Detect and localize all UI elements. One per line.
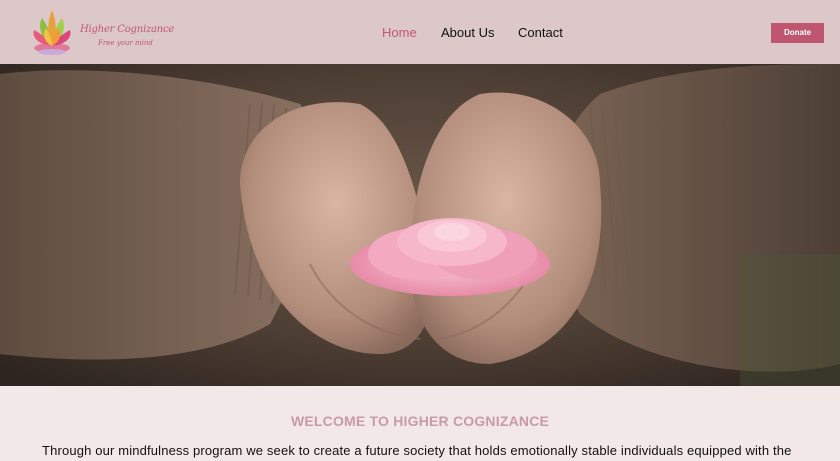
hands-holding-flower-image <box>0 64 840 386</box>
nav-about-us[interactable]: About Us <box>441 25 494 40</box>
welcome-heading: WELCOME TO HIGHER COGNIZANCE <box>290 413 550 429</box>
site-header: Higher Cognizance Free your mind Home Ab… <box>0 0 840 64</box>
nav-home[interactable]: Home <box>382 25 417 40</box>
hero-image <box>0 64 840 386</box>
intro-paragraph: Through our mindfulness program we seek … <box>42 443 792 458</box>
donate-button[interactable]: Donate <box>771 23 824 43</box>
main-nav: Home About Us Contact <box>0 25 840 41</box>
nav-contact[interactable]: Contact <box>518 25 563 40</box>
